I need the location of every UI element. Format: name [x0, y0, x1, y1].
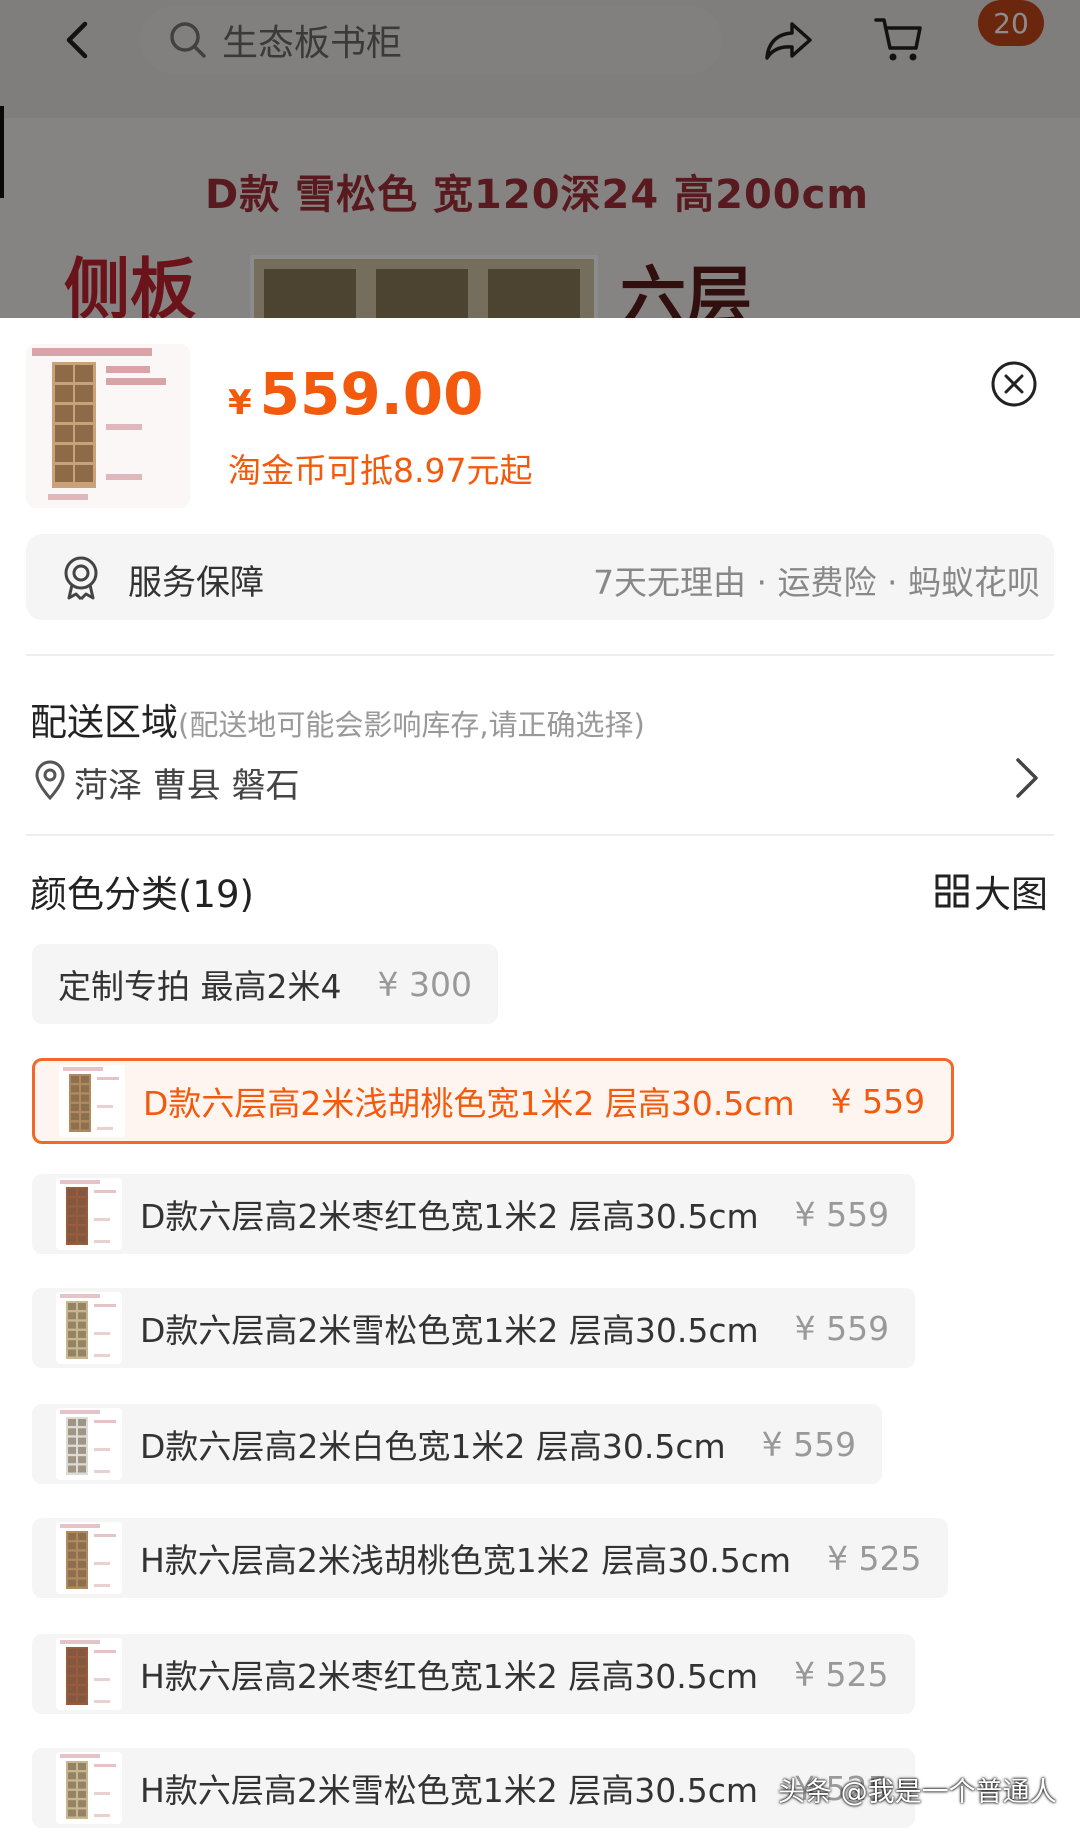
delivery-section-title: 配送区域(配送地可能会影响库存,请正确选择): [30, 692, 645, 746]
coin-discount-note: 淘金币可抵8.97元起: [228, 451, 533, 490]
option-name: D款六层高2米雪松色宽1米2 层高30.5cm: [140, 1311, 759, 1350]
delivery-title: 配送区域: [30, 701, 178, 744]
delivery-address[interactable]: 菏泽 曹县 磐石: [74, 758, 300, 807]
option-price: ¥ 559: [830, 1081, 926, 1121]
option-name: 定制专拍 最高2米4: [58, 967, 342, 1006]
watermark: 头条 @我是一个普通人: [778, 1777, 1057, 1808]
option-thumbnail-icon: [56, 1522, 122, 1594]
option-name: D款六层高2米白色宽1米2 层高30.5cm: [140, 1427, 726, 1466]
product-price: ¥ 559.00: [228, 360, 484, 428]
option-name: H款六层高2米浅胡桃色宽1米2 层高30.5cm: [140, 1541, 792, 1580]
divider: [26, 654, 1054, 656]
color-option[interactable]: D款六层高2米白色宽1米2 层高30.5cm ¥ 559: [32, 1404, 883, 1484]
option-thumbnail-icon: [59, 1065, 125, 1137]
color-option[interactable]: D款六层高2米枣红色宽1米2 层高30.5cm ¥ 559: [32, 1174, 916, 1254]
color-option[interactable]: D款六层高2米浅胡桃色宽1米2 层高30.5cm ¥ 559: [32, 1058, 955, 1144]
option-name: D款六层高2米浅胡桃色宽1米2 层高30.5cm: [143, 1084, 795, 1123]
option-price: ¥ 525: [827, 1538, 922, 1578]
option-thumbnail-icon: [56, 1752, 122, 1824]
currency-symbol: ¥: [228, 383, 252, 423]
option-name: H款六层高2米雪松色宽1米2 层高30.5cm: [140, 1771, 759, 1810]
option-name: D款六层高2米枣红色宽1米2 层高30.5cm: [140, 1197, 759, 1236]
option-price: ¥ 559: [761, 1424, 857, 1464]
bookshelf-image: [26, 344, 190, 508]
option-price: ¥ 525: [794, 1654, 889, 1694]
option-price: ¥ 559: [794, 1308, 890, 1348]
divider: [26, 834, 1054, 836]
service-guarantee-row[interactable]: 服务保障 7天无理由 · 运费险 · 蚂蚁花呗: [26, 534, 1054, 620]
close-icon[interactable]: [990, 360, 1038, 408]
option-name: H款六层高2米枣红色宽1米2 层高30.5cm: [140, 1657, 759, 1696]
color-category-title: 颜色分类(19): [30, 873, 254, 916]
product-thumbnail[interactable]: [26, 344, 190, 508]
service-items: 7天无理由 · 运费险 · 蚂蚁花呗: [593, 563, 1040, 602]
option-thumbnail-icon: [56, 1292, 122, 1364]
chevron-right-icon[interactable]: [1012, 756, 1042, 800]
option-thumbnail-icon: [56, 1178, 122, 1250]
sku-selection-sheet: ¥ 559.00 淘金币可抵8.97元起 服务保障 7天无理由 · 运费险 · …: [0, 318, 1080, 1832]
service-title: 服务保障: [128, 563, 264, 603]
color-option[interactable]: 定制专拍 最高2米4 ¥ 300: [32, 944, 498, 1024]
delivery-hint: (配送地可能会影响库存,请正确选择): [178, 708, 645, 742]
price-value: 559.00: [259, 360, 484, 428]
color-option[interactable]: H款六层高2米枣红色宽1米2 层高30.5cm ¥ 525: [32, 1634, 915, 1714]
grid-view-icon: [935, 874, 969, 908]
big-image-toggle[interactable]: 大图: [934, 864, 1048, 918]
option-price: ¥ 300: [377, 964, 472, 1004]
color-option[interactable]: H款六层高2米浅胡桃色宽1米2 层高30.5cm ¥ 525: [32, 1518, 948, 1598]
big-image-label: 大图: [974, 873, 1048, 916]
location-pin-icon: [35, 760, 65, 800]
award-badge-icon: [64, 556, 98, 600]
option-thumbnail-icon: [56, 1638, 122, 1710]
option-thumbnail-icon: [56, 1408, 122, 1480]
option-price: ¥ 559: [794, 1194, 890, 1234]
color-option[interactable]: D款六层高2米雪松色宽1米2 层高30.5cm ¥ 559: [32, 1288, 916, 1368]
dim-overlay[interactable]: [0, 0, 1080, 318]
